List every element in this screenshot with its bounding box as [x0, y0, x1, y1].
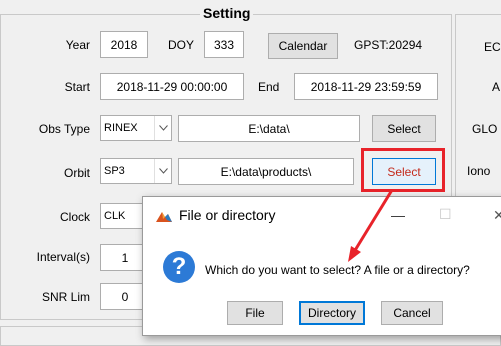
cancel-button[interactable]: Cancel: [381, 301, 443, 325]
orbit-value: SP3: [104, 165, 125, 177]
directory-button[interactable]: Directory: [299, 301, 365, 325]
chevron-down-icon: [154, 116, 171, 140]
start-label: Start: [64, 80, 90, 94]
chevron-down-icon: [154, 159, 171, 183]
maximize-icon[interactable]: ☐: [439, 206, 452, 223]
gpst-label: GPST:20294: [354, 38, 423, 52]
snr-label: SNR Lim: [41, 290, 90, 304]
year-input[interactable]: 2018: [100, 31, 148, 58]
end-input[interactable]: 2018-11-29 23:59:59: [294, 73, 438, 100]
setting-panel-title: Setting: [200, 5, 254, 21]
dialog-title: File or directory: [179, 207, 276, 223]
obs-type-value: RINEX: [104, 122, 138, 134]
right-label-a: A: [492, 80, 501, 94]
right-label-ec: EC: [484, 40, 501, 54]
doy-input[interactable]: 333: [204, 31, 244, 58]
orbit-label: Orbit: [63, 166, 90, 180]
year-label: Year: [65, 38, 90, 52]
obs-type-select[interactable]: RINEX: [100, 115, 172, 141]
interval-label: Interval(s): [36, 250, 90, 264]
dialog-message: Which do you want to select? A file or a…: [205, 263, 470, 277]
calendar-button[interactable]: Calendar: [268, 33, 338, 59]
highlight-box: [361, 148, 445, 192]
close-icon[interactable]: ✕: [493, 207, 501, 224]
file-button[interactable]: File: [227, 301, 283, 325]
obs-type-label: Obs Type: [38, 122, 90, 136]
end-label: End: [258, 80, 280, 94]
right-label-iono: Iono: [467, 164, 491, 178]
dialog-app-icon: [155, 208, 173, 226]
orbit-path-input[interactable]: E:\data\products\: [178, 158, 354, 185]
doy-label: DOY: [168, 38, 195, 52]
right-label-glo: GLO: [472, 122, 498, 136]
file-or-directory-dialog: File or directory — ☐ ✕ ? Which do you w…: [142, 196, 501, 336]
obs-path-input[interactable]: E:\data\: [178, 115, 360, 142]
clock-label: Clock: [59, 210, 90, 224]
obs-select-button[interactable]: Select: [372, 115, 436, 142]
start-input[interactable]: 2018-11-29 00:00:00: [100, 73, 244, 100]
orbit-select[interactable]: SP3: [100, 158, 172, 184]
minimize-icon[interactable]: —: [391, 207, 405, 223]
question-icon: ?: [163, 251, 195, 283]
